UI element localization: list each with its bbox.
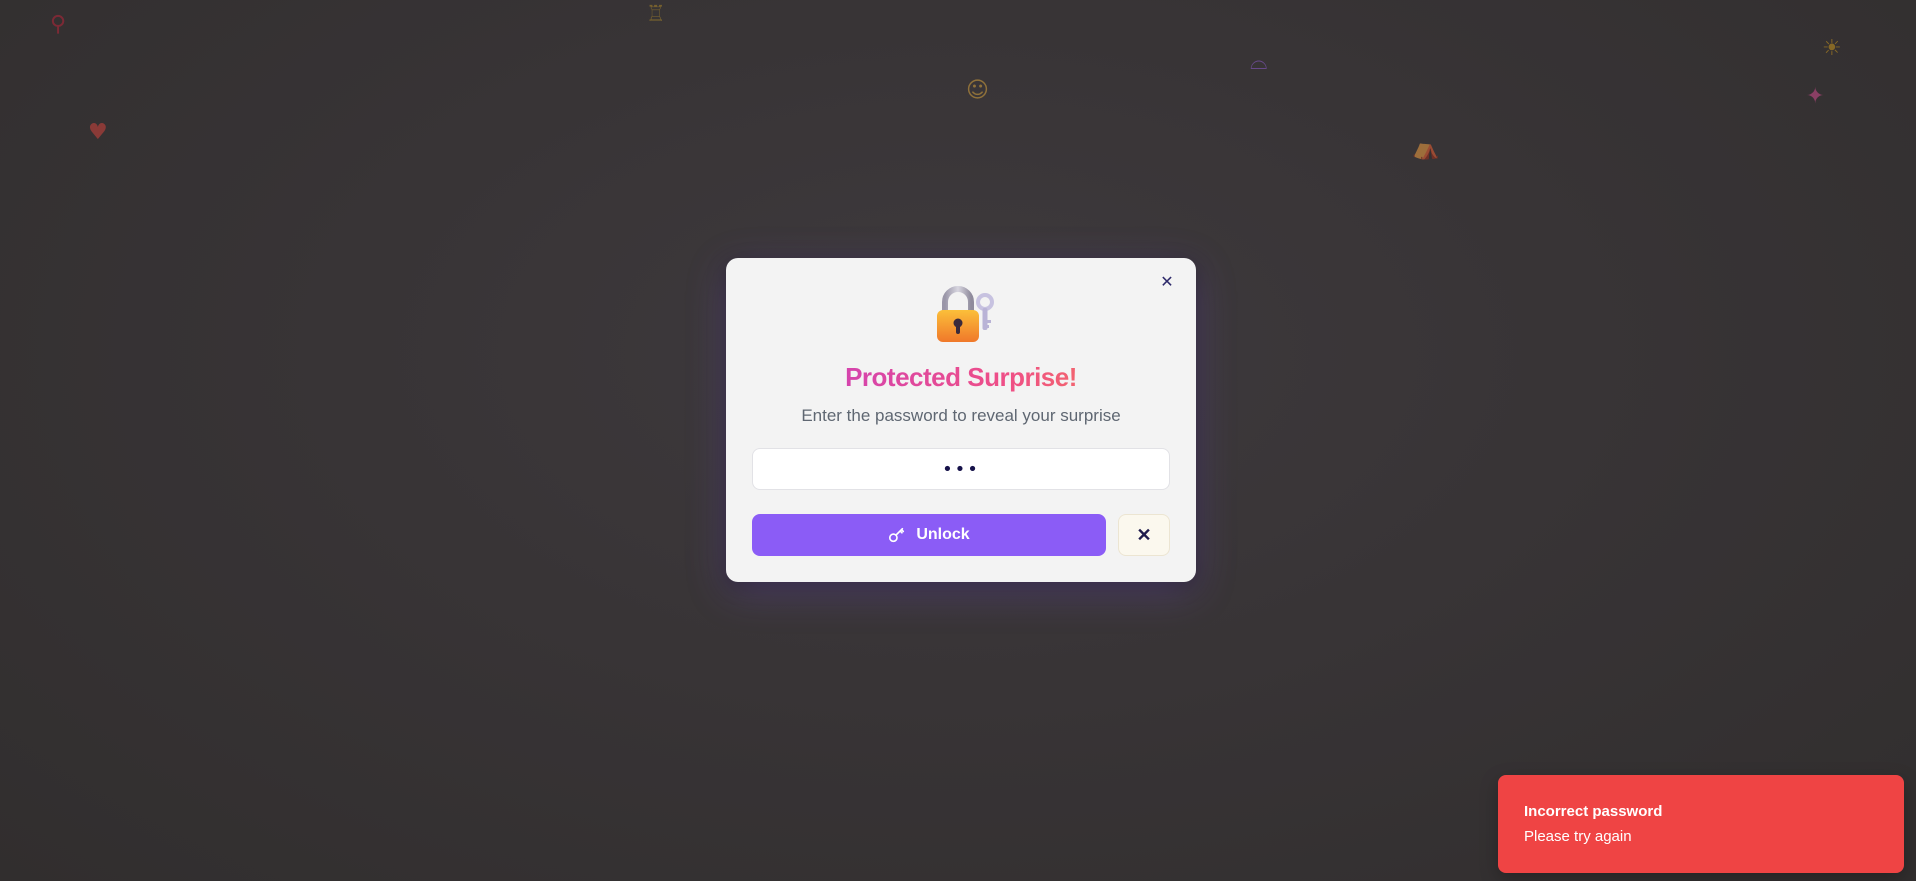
balloon-icon: ⚲ [50,12,67,37]
key-icon [889,527,905,543]
rainbow-icon: ⌓ [1250,50,1268,75]
toast-title: Incorrect password [1524,803,1663,820]
close-icon[interactable]: ✕ [1156,272,1178,294]
dialog-title: Protected Surprise! [726,362,1196,393]
cake-icon: ♖ [646,2,666,27]
toast-message: Please try again [1524,828,1632,845]
theater-masks-icon: ☺ [966,78,989,103]
error-toast: Incorrect password Please try again [1498,775,1904,873]
circus-tent-icon: ⛺ [1412,136,1440,161]
dialog-subtitle: Enter the password to reveal your surpri… [801,406,1121,425]
close-icon: ✕ [1136,524,1152,545]
heart-icon: ♥ [88,120,108,145]
sun-icon: ☀ [1822,36,1842,61]
cancel-button[interactable]: ✕ [1118,514,1170,556]
unlock-button[interactable]: Unlock [752,514,1106,556]
locked-with-key-icon [937,286,994,342]
password-input[interactable] [752,448,1170,490]
unlock-button-label: Unlock [916,526,970,543]
password-dialog: ✕ Protected Surprise! Enter the password… [726,258,1196,582]
party-popper-icon: ✦ [1806,84,1825,109]
